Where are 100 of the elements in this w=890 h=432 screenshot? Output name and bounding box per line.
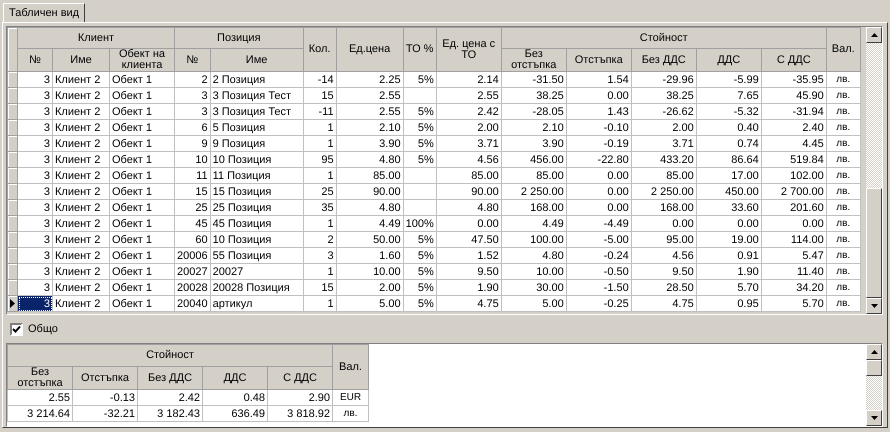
- table-cell: лв.: [826, 152, 860, 168]
- column-header[interactable]: С ДДС: [761, 48, 826, 72]
- table-cell: -0.25: [566, 296, 632, 312]
- table-cell: 3: [18, 72, 52, 88]
- scroll-up-button[interactable]: [866, 344, 882, 360]
- table-cell: лв.: [332, 406, 368, 422]
- table-cell: -5.00: [566, 232, 632, 248]
- table-cell: 20028: [174, 280, 210, 296]
- scroll-down-button[interactable]: [866, 298, 882, 314]
- table-cell: 102.00: [761, 168, 826, 184]
- table-cell: 3 182.43: [138, 406, 202, 422]
- table-cell: 4.80: [336, 152, 404, 168]
- column-header[interactable]: №: [18, 48, 52, 72]
- column-header[interactable]: №: [174, 48, 210, 72]
- column-header[interactable]: ДДС: [696, 48, 762, 72]
- table-cell: 1: [303, 264, 336, 280]
- table-cell: 85.00: [436, 168, 502, 184]
- tab[interactable]: Табличен вид: [3, 3, 86, 22]
- column-header[interactable]: ТО %: [403, 28, 436, 72]
- table-cell: Клиент 2: [52, 88, 110, 104]
- table-cell: 3: [18, 200, 52, 216]
- column-header[interactable]: Отстъпка: [566, 48, 632, 72]
- table-cell: 450.00: [696, 184, 762, 200]
- table-cell: 9.50: [436, 264, 502, 280]
- checkbox-label[interactable]: Общо: [28, 323, 58, 336]
- table-cell: 2.40: [761, 120, 826, 136]
- column-header[interactable]: Отстъпка: [72, 366, 138, 390]
- column-header[interactable]: Обект на клиента: [110, 48, 174, 72]
- scroll-down-button[interactable]: [866, 410, 882, 426]
- column-header[interactable]: Име: [52, 48, 110, 72]
- table-cell: 35: [303, 200, 336, 216]
- scroll-thumb[interactable]: [866, 188, 882, 298]
- table-cell: -0.10: [566, 120, 632, 136]
- table-cell: 1.54: [566, 72, 632, 88]
- checkbox[interactable]: [10, 322, 23, 336]
- table-cell: 1: [303, 120, 336, 136]
- table-cell: 100.00: [501, 232, 566, 248]
- table-cell: 9: [174, 136, 210, 152]
- table-cell: 0.74: [696, 136, 762, 152]
- table-cell: 20027: [174, 264, 210, 280]
- column-header[interactable]: Вал.: [826, 28, 860, 72]
- table-cell: 3: [18, 248, 52, 264]
- table-cell: -32.21: [72, 406, 138, 422]
- table-cell: 5.47: [761, 248, 826, 264]
- table-cell: 25 Позиция: [210, 200, 304, 216]
- column-header[interactable]: С ДДС: [268, 366, 332, 390]
- table-cell: 2.90: [268, 390, 332, 406]
- table-cell: [403, 168, 436, 184]
- table-cell: Клиент 2: [52, 248, 110, 264]
- table-cell: лв.: [826, 88, 860, 104]
- table-cell: 2.00: [631, 120, 696, 136]
- column-header[interactable]: Без отстъпка: [8, 366, 72, 390]
- table-cell: 636.49: [202, 406, 268, 422]
- scroll-thumb[interactable]: [866, 360, 882, 376]
- table-cell: 0.95: [696, 296, 762, 312]
- table-cell: лв.: [826, 200, 860, 216]
- table-cell: 90.00: [336, 184, 404, 200]
- table-cell: 2: [303, 232, 336, 248]
- table-cell: 0.48: [202, 390, 268, 406]
- table-cell: 95: [303, 152, 336, 168]
- scrollbar[interactable]: [866, 344, 882, 426]
- table-cell: 38.25: [631, 88, 696, 104]
- column-header[interactable]: Вал.: [332, 344, 368, 390]
- table-cell: Обект 1: [110, 216, 174, 232]
- table-cell: 7.65: [696, 88, 762, 104]
- column-header[interactable]: Ед.цена: [336, 28, 404, 72]
- table-cell: 4.45: [761, 136, 826, 152]
- table-cell: 20027: [210, 264, 304, 280]
- table-cell: 0.00: [631, 216, 696, 232]
- table-cell: 2.42: [436, 104, 502, 120]
- table-cell: 168.00: [631, 200, 696, 216]
- column-header[interactable]: Без ДДС: [631, 48, 696, 72]
- table-cell: 15 Позиция: [210, 184, 304, 200]
- table-cell: Обект 1: [110, 136, 174, 152]
- table-cell: 3 Позиция Тест: [210, 88, 304, 104]
- column-group-header: Стойност: [8, 344, 332, 367]
- table-cell: 3: [18, 216, 52, 232]
- column-header[interactable]: Име: [210, 48, 304, 72]
- scrollbar[interactable]: [866, 27, 882, 314]
- table-cell: 5.00: [501, 296, 566, 312]
- table-cell: 5.70: [761, 296, 826, 312]
- column-header[interactable]: Без отстъпка: [501, 48, 566, 72]
- scroll-up-button[interactable]: [866, 27, 882, 43]
- table-cell: Клиент 2: [52, 120, 110, 136]
- column-header[interactable]: Кол.: [303, 28, 336, 72]
- table-cell: 1: [303, 296, 336, 312]
- table-cell: 3: [18, 120, 52, 136]
- table-cell: 0.00: [566, 184, 632, 200]
- table-cell: 3 214.64: [8, 406, 72, 422]
- table-cell: 11 Позиция: [210, 168, 304, 184]
- table-cell: 3 Позиция Тест: [210, 104, 304, 120]
- column-header[interactable]: ДДС: [202, 366, 268, 390]
- table-cell: [403, 200, 436, 216]
- table-cell: лв.: [826, 104, 860, 120]
- row-indicator[interactable]: [8, 296, 18, 312]
- table-cell: 25: [303, 184, 336, 200]
- table-cell: 20028 Позиция: [210, 280, 304, 296]
- table-cell: 15: [174, 184, 210, 200]
- column-header[interactable]: Без ДДС: [138, 366, 202, 390]
- column-header[interactable]: Ед. цена с ТО: [436, 28, 502, 72]
